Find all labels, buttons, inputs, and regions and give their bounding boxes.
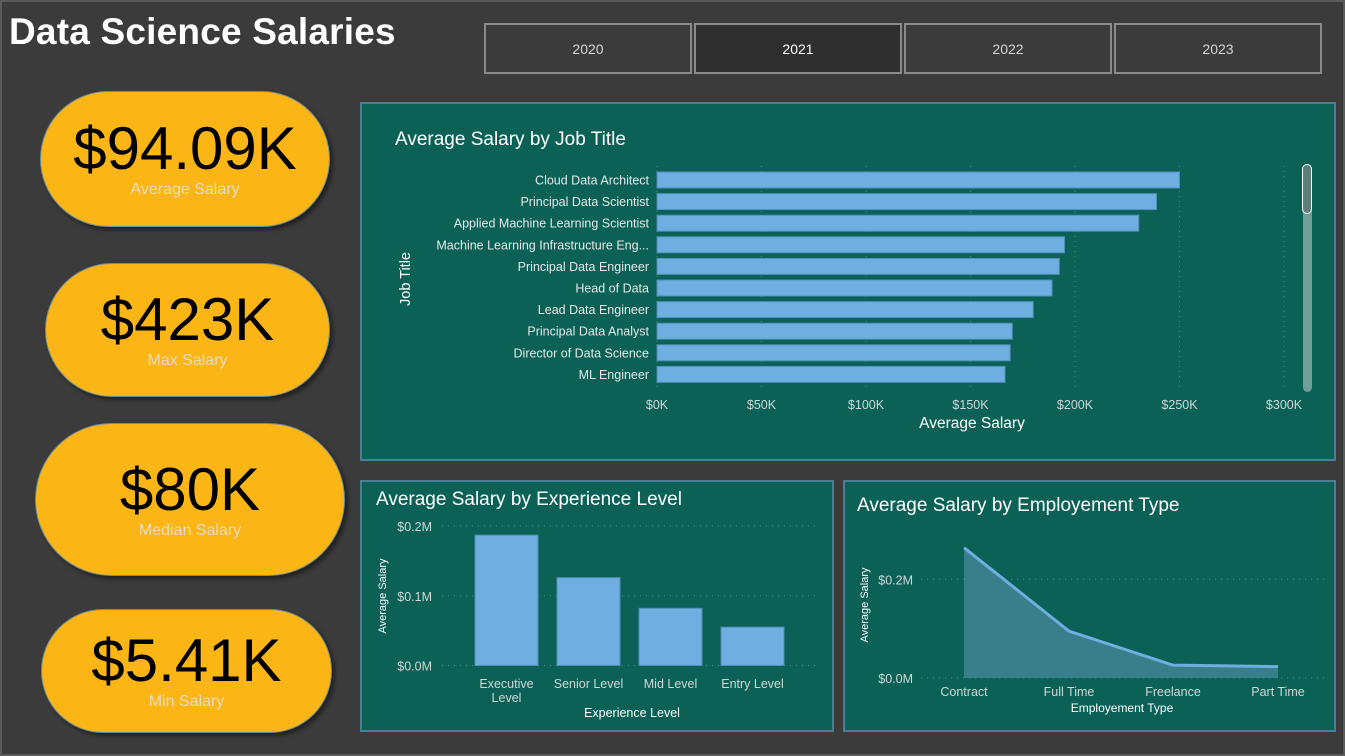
kpi-value: $94.09K [73, 115, 297, 182]
kpi-label: Max Salary [147, 352, 228, 369]
x-category-label: Part Time [1251, 685, 1305, 699]
kpi-value: $423K [100, 286, 275, 353]
x-tick-label: $50K [747, 398, 777, 412]
y-category-label: Cloud Data Architect [535, 174, 649, 188]
job-title-chart-panel: Average Salary by Job Title $0K $50K $100K… [360, 102, 1336, 461]
y-axis-title: Job Title [398, 252, 414, 306]
y-category-label: Lead Data Engineer [538, 303, 649, 317]
x-tick-label: $300K [1266, 398, 1303, 412]
y-tick-label: $0.0M [397, 660, 432, 674]
x-axis-title: Experience Level [584, 706, 680, 720]
y-tick-label: $0.0M [878, 672, 913, 686]
x-category-label: Contract [940, 685, 988, 699]
job-title-bar-chart: $0K $50K $100K $150K $200K $250K $300K Cloud Da… [398, 166, 1303, 432]
y-category-label: Director of Data Science [514, 346, 650, 360]
bar [656, 171, 1180, 189]
x-category-label: Freelance [1145, 685, 1201, 699]
bar [656, 322, 1013, 340]
bar [656, 301, 1034, 319]
kpi-label: Min Salary [148, 693, 225, 710]
x-tick-label: $200K [1057, 398, 1094, 412]
kpi-max-salary: $423K Max Salary [45, 263, 330, 397]
bar [656, 193, 1158, 211]
y-tick-label: $0.1M [397, 590, 432, 604]
bar [556, 577, 621, 666]
y-axis-title: Average Salary [859, 567, 871, 643]
y-category-label: ML Engineer [579, 368, 649, 382]
experience-chart-panel: Average Salary by Experience Level $0.0M… [360, 480, 834, 732]
x-tick-label: $150K [952, 398, 989, 412]
bar [656, 344, 1011, 362]
bar [656, 236, 1066, 254]
bar [474, 534, 539, 666]
x-category-label: Full Time [1044, 685, 1095, 699]
y-category-label: Machine Learning Infrastructure Eng... [436, 238, 649, 252]
dashboard-title: Data Science Salaries [9, 11, 396, 52]
y-category-label: Applied Machine Learning Scientist [454, 217, 650, 231]
chart-scrollbar[interactable] [1302, 164, 1312, 392]
kpi-min-salary: $5.41K Min Salary [41, 609, 332, 733]
year-tab-2021[interactable]: 2021 [694, 23, 902, 74]
y-axis-title: Average Salary [377, 558, 389, 634]
y-tick-label: $0.2M [878, 573, 913, 587]
kpi-median-salary: $80K Median Salary [35, 423, 345, 576]
kpi-average-salary: $94.09K Average Salary [40, 91, 330, 227]
bar [656, 214, 1140, 232]
bar [656, 365, 1006, 383]
x-axis-title: Average Salary [919, 415, 1025, 432]
kpi-value: $5.41K [91, 627, 282, 694]
scrollbar-thumb[interactable] [1302, 164, 1312, 214]
x-category-label: Level [492, 691, 522, 705]
employment-chart-panel: Average Salary by Employement Type $0.0M… [843, 480, 1336, 732]
x-tick-label: $100K [848, 398, 885, 412]
x-category-label: Senior Level [554, 677, 624, 691]
year-filter: 2020 2021 2022 2023 [484, 23, 1324, 74]
y-category-label: Head of Data [575, 282, 649, 296]
experience-bar-chart: $0.0M $0.1M $0.2M ExecutiveLevel Senior Leve… [377, 520, 817, 720]
y-category-label: Principal Data Engineer [518, 260, 649, 274]
area-fill [964, 547, 1278, 678]
bar [720, 626, 785, 666]
year-tab-2022[interactable]: 2022 [904, 23, 1112, 74]
y-category-label: Principal Data Scientist [520, 195, 649, 209]
x-category-label: Entry Level [721, 677, 784, 691]
x-category-label: Executive [479, 677, 533, 691]
x-axis-title: Employement Type [1071, 701, 1174, 715]
x-tick-label: $250K [1161, 398, 1198, 412]
y-tick-label: $0.2M [397, 520, 432, 534]
bar [656, 257, 1060, 275]
x-tick-label: $0K [646, 398, 669, 412]
employment-area-chart: $0.0M $0.2M Contract Full Time Freelance Part… [859, 546, 1325, 715]
kpi-label: Median Salary [138, 521, 242, 539]
x-category-label: Mid Level [644, 677, 698, 691]
kpi-value: $80K [119, 455, 261, 523]
kpi-label: Average Salary [130, 181, 240, 198]
year-tab-2023[interactable]: 2023 [1114, 23, 1322, 74]
y-category-label: Principal Data Analyst [527, 325, 649, 339]
bar [656, 279, 1053, 297]
year-tab-2020[interactable]: 2020 [484, 23, 692, 74]
bar [638, 607, 703, 666]
